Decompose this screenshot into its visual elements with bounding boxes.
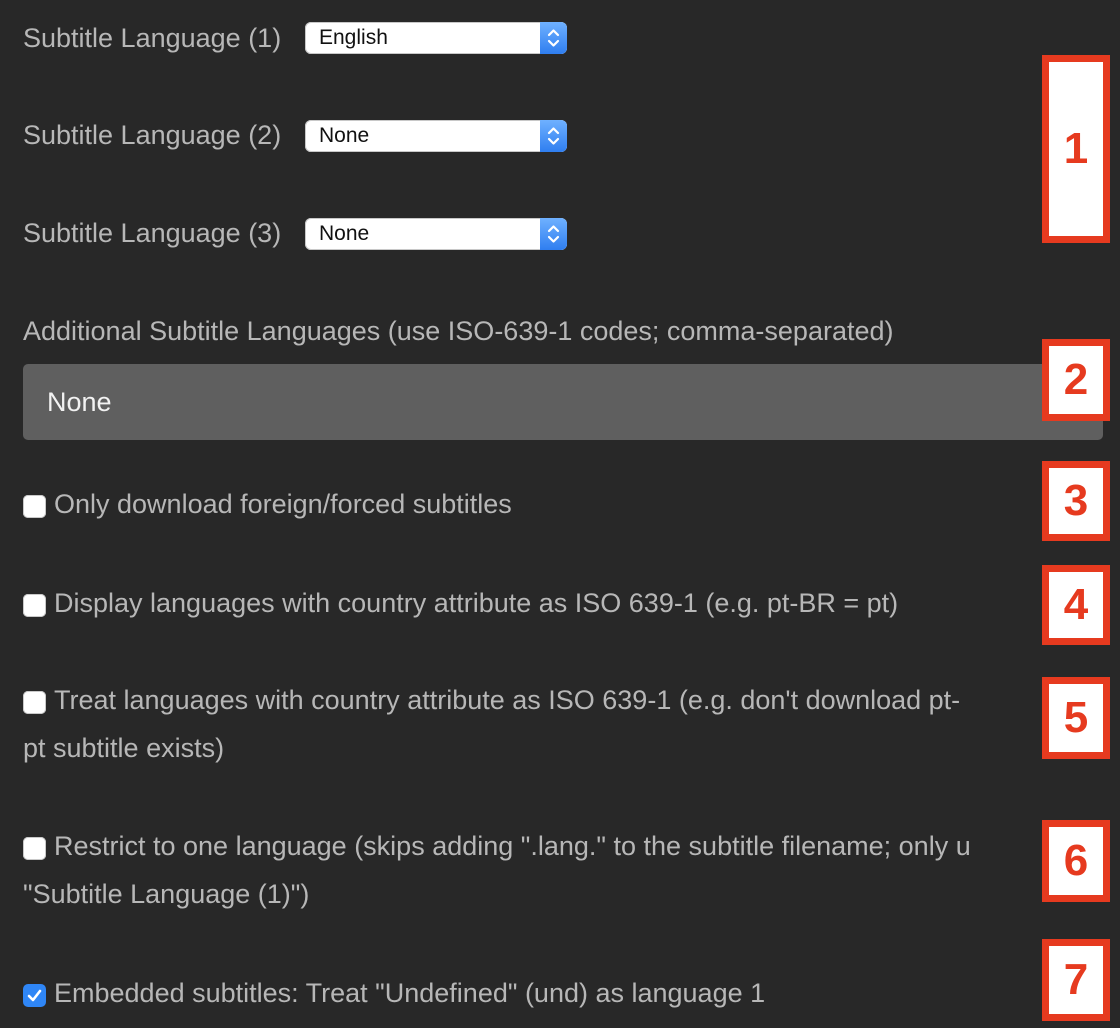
embedded-undefined-as-language-1-checkbox[interactable] [23,984,46,1007]
annotation-badge-5: 5 [1042,677,1110,759]
subtitle-language-3-value: None [319,222,370,245]
additional-languages-value: None [47,387,112,417]
restrict-one-language-label-continued: "Subtitle Language (1)") [23,879,310,909]
subtitle-language-2-label: Subtitle Language (2) [23,120,282,150]
subtitle-language-2-value: None [319,124,370,147]
annotation-badge-4: 4 [1042,565,1110,645]
subtitle-language-2-select[interactable]: None [305,120,567,152]
additional-languages-input[interactable]: None [23,364,1103,440]
subtitle-language-1-select[interactable]: English [305,22,567,54]
treat-country-as-iso-label-continued: pt subtitle exists) [23,733,225,763]
annotation-badge-1: 1 [1042,55,1110,243]
subtitle-language-1-label: Subtitle Language (1) [23,23,282,53]
treat-country-as-iso-checkbox[interactable] [23,691,46,714]
subtitle-language-3-select[interactable]: None [305,218,567,250]
restrict-one-language-label: Restrict to one language (skips adding "… [54,831,971,861]
foreign-forced-only-label: Only download foreign/forced subtitles [54,489,512,519]
checkmark-icon [27,989,42,1002]
foreign-forced-only-checkbox[interactable] [23,495,46,518]
annotation-badge-2: 2 [1042,339,1110,421]
treat-country-as-iso-label: Treat languages with country attribute a… [54,685,961,715]
chevron-updown-icon [540,218,567,250]
subtitle-settings-panel: Subtitle Language (1) English Subtitle L… [0,0,1120,1028]
additional-languages-label: Additional Subtitle Languages (use ISO-6… [23,316,894,346]
display-country-as-iso-checkbox[interactable] [23,594,46,617]
chevron-updown-icon [540,22,567,54]
annotation-badge-7: 7 [1042,939,1110,1021]
annotation-badge-3: 3 [1042,461,1110,541]
subtitle-language-1-value: English [319,26,388,49]
chevron-updown-icon [540,120,567,152]
restrict-one-language-checkbox[interactable] [23,837,46,860]
annotation-badge-6: 6 [1042,820,1110,902]
display-country-as-iso-label: Display languages with country attribute… [54,588,899,618]
subtitle-language-3-label: Subtitle Language (3) [23,218,282,248]
embedded-undefined-as-language-1-label: Embedded subtitles: Treat "Undefined" (u… [54,978,766,1008]
